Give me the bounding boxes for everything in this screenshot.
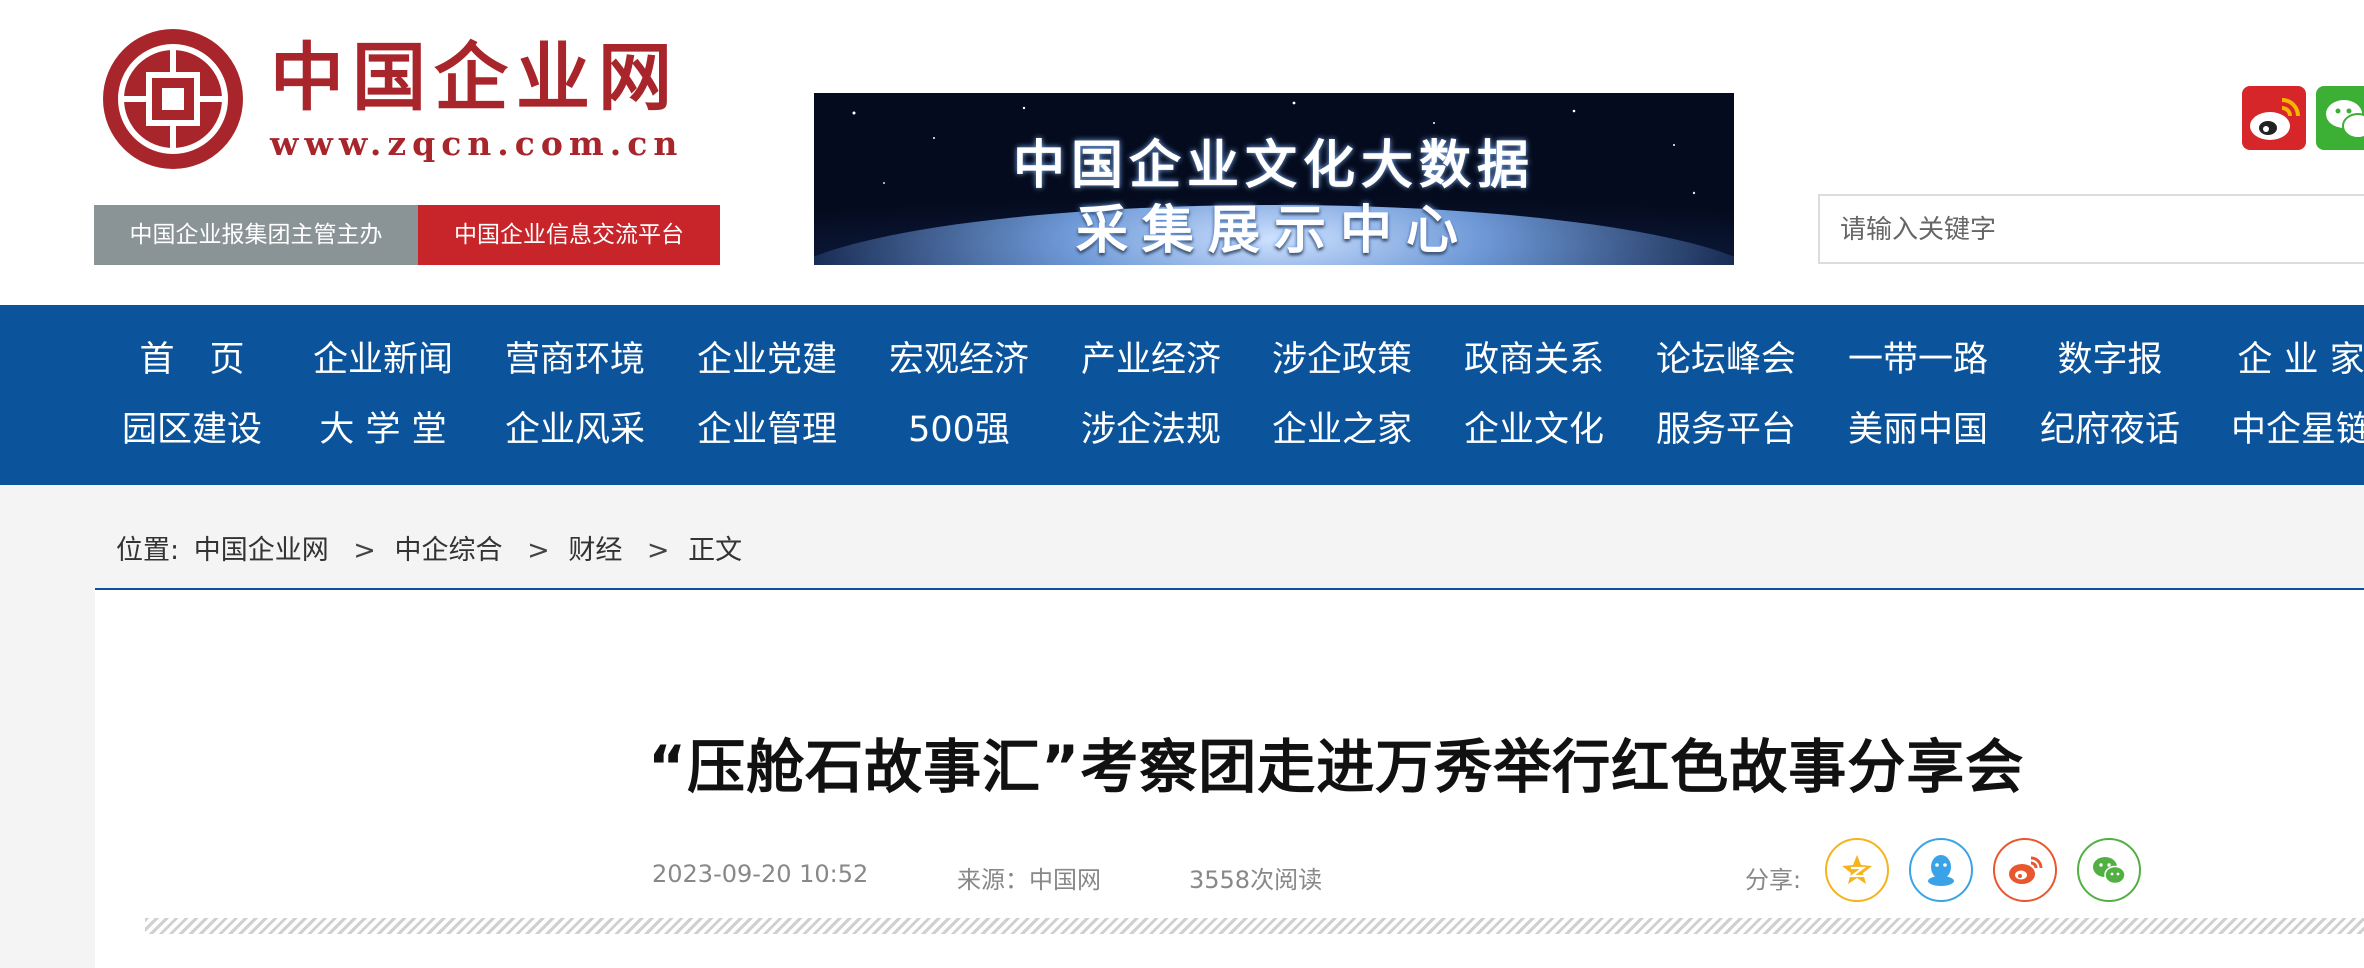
banner-title-line1: 中国企业文化大数据 bbox=[1012, 135, 1535, 196]
site-header: 中国企业网 www.zqcn.com.cn 中国企业报集团主管主办 中国企业信息… bbox=[0, 0, 2364, 305]
wechat-icon[interactable] bbox=[2316, 86, 2364, 150]
nav-item-belt-road[interactable]: 一带一路 bbox=[1833, 330, 2003, 390]
share-qzone-button[interactable] bbox=[1825, 838, 1889, 902]
nav-item-entrepreneur[interactable]: 企 业 家 bbox=[2216, 330, 2364, 390]
article-read-count: 3558次阅读 bbox=[1189, 866, 1323, 894]
qzone-icon bbox=[1842, 855, 1872, 884]
platform-tag[interactable]: 中国企业信息交流平台 bbox=[418, 205, 720, 265]
sponsor-tag[interactable]: 中国企业报集团主管主办 bbox=[94, 205, 418, 265]
breadcrumb-separator: > bbox=[527, 535, 550, 566]
breadcrumb-home[interactable]: 中国企业网 bbox=[194, 535, 329, 566]
breadcrumb: 位置: 中国企业网 > 中企综合 > 财经 > 正文 bbox=[116, 528, 748, 567]
nav-item-park[interactable]: 园区建设 bbox=[107, 400, 277, 460]
nav-item-news[interactable]: 企业新闻 bbox=[298, 330, 468, 390]
share-qq-button[interactable] bbox=[1909, 838, 1973, 902]
nav-item-gov-relations[interactable]: 政商关系 bbox=[1449, 330, 1619, 390]
nav-item-night-talk[interactable]: 纪府夜话 bbox=[2025, 400, 2195, 460]
share-wechat-button[interactable] bbox=[2077, 838, 2141, 902]
nav-item-party[interactable]: 企业党建 bbox=[682, 330, 852, 390]
breadcrumb-category[interactable]: 财经 bbox=[568, 535, 622, 566]
weibo-icon bbox=[2009, 856, 2043, 884]
share-weibo-button[interactable] bbox=[1993, 838, 2057, 902]
nav-item-top500[interactable]: 500强 bbox=[874, 400, 1044, 460]
nav-item-home[interactable]: 首 页 bbox=[107, 330, 277, 390]
nav-item-style[interactable]: 企业风采 bbox=[490, 400, 660, 460]
breadcrumb-current: 正文 bbox=[688, 535, 743, 566]
breadcrumb-separator: > bbox=[353, 535, 376, 566]
nav-row-1: 首 页 企业新闻 营商环境 企业党建 宏观经济 产业经济 涉企政策 政商关系 论… bbox=[0, 330, 2364, 390]
nav-item-star-chain[interactable]: 中企星链 bbox=[2216, 400, 2364, 460]
nav-item-beautiful-china[interactable]: 美丽中国 bbox=[1833, 400, 2003, 460]
search-input[interactable] bbox=[1838, 196, 2362, 264]
nav-row-2: 园区建设 大 学 堂 企业风采 企业管理 500强 涉企法规 企业之家 企业文化… bbox=[0, 400, 2364, 460]
meta-divider-hatch bbox=[145, 918, 2364, 934]
nav-item-management[interactable]: 企业管理 bbox=[682, 400, 852, 460]
logo-emblem-icon bbox=[103, 29, 243, 169]
article-date: 2023-09-20 10:52 bbox=[652, 860, 869, 888]
qq-icon bbox=[1928, 855, 1954, 886]
nav-item-macro[interactable]: 宏观经济 bbox=[874, 330, 1044, 390]
breadcrumb-separator: > bbox=[646, 535, 670, 566]
promo-banner[interactable]: 中国企业文化大数据 采集展示中心 bbox=[814, 93, 1734, 265]
breadcrumb-section[interactable]: 中企综合 bbox=[395, 535, 503, 566]
nav-item-policy[interactable]: 涉企政策 bbox=[1257, 330, 1427, 390]
nav-item-academy[interactable]: 大 学 堂 bbox=[298, 400, 468, 460]
nav-item-laws[interactable]: 涉企法规 bbox=[1066, 400, 1236, 460]
nav-item-home-of-ent[interactable]: 企业之家 bbox=[1257, 400, 1427, 460]
nav-item-culture[interactable]: 企业文化 bbox=[1449, 400, 1619, 460]
main-nav: 首 页 企业新闻 营商环境 企业党建 宏观经济 产业经济 涉企政策 政商关系 论… bbox=[0, 305, 2364, 485]
logo-title: 中国企业网 bbox=[270, 35, 680, 121]
nav-item-service[interactable]: 服务平台 bbox=[1641, 400, 1811, 460]
article-title: “压舱石故事汇”考察团走进万秀举行红色故事分享会 bbox=[648, 733, 2025, 801]
weibo-icon[interactable] bbox=[2242, 86, 2306, 150]
nav-item-industry[interactable]: 产业经济 bbox=[1066, 330, 1236, 390]
wechat-icon bbox=[2093, 857, 2126, 885]
article-source: 来源：中国网 bbox=[957, 866, 1101, 894]
logo-url: www.zqcn.com.cn bbox=[270, 124, 684, 163]
share-label: 分享: bbox=[1745, 866, 1802, 894]
breadcrumb-prefix: 位置: bbox=[116, 535, 180, 566]
nav-item-digital[interactable]: 数字报 bbox=[2025, 330, 2195, 390]
nav-item-business-env[interactable]: 营商环境 bbox=[490, 330, 660, 390]
search-box bbox=[1818, 194, 2364, 264]
banner-title-line2: 采集展示中心 bbox=[1075, 200, 1472, 261]
article-panel: “压舱石故事汇”考察团走进万秀举行红色故事分享会 2023-09-20 10:5… bbox=[95, 590, 2364, 968]
nav-item-forum[interactable]: 论坛峰会 bbox=[1641, 330, 1811, 390]
